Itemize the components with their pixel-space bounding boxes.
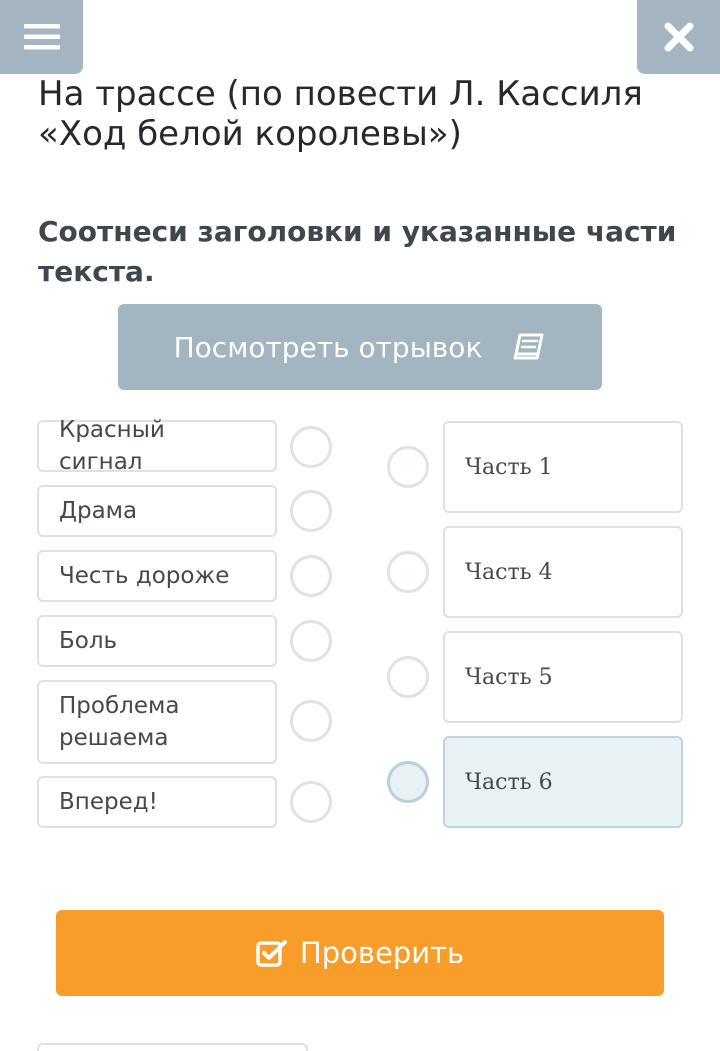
check-button-label: Проверить (299, 936, 465, 970)
left-connector-dot[interactable] (290, 555, 332, 597)
left-connector-dot[interactable] (290, 620, 332, 662)
part-item-label: Часть 5 (465, 664, 553, 690)
part-item-label: Часть 1 (465, 454, 553, 480)
heading-item-forward[interactable]: Вперед! (37, 776, 277, 828)
right-connector-dot[interactable] (387, 551, 429, 593)
left-connector-dot[interactable] (290, 700, 332, 742)
heading-item-label: Вперед! (59, 789, 158, 815)
part-item-4[interactable]: Часть 4 (443, 526, 683, 618)
hamburger-menu-icon (23, 24, 60, 50)
heading-item-label: Красный сигнал (59, 417, 165, 475)
left-connector-dot[interactable] (290, 490, 332, 532)
part-item-6[interactable]: Часть 6 (443, 736, 683, 828)
right-connector-dot[interactable] (387, 446, 429, 488)
page-title: На трассе (по повести Л. Кассиля «Ход бе… (38, 74, 643, 154)
left-connector-dot[interactable] (290, 781, 332, 823)
checkbox-check-icon (256, 938, 288, 968)
view-excerpt-label: Посмотреть отрывок (173, 330, 483, 364)
heading-item-honor[interactable]: Честь дороже (37, 550, 277, 602)
heading-item-red-signal[interactable]: Красный сигнал (37, 417, 277, 475)
task-instruction: Соотнеси заголовки и указанные части тек… (38, 215, 677, 288)
heading-item-label: Честь дороже (59, 563, 230, 589)
partial-bottom-button[interactable] (37, 1043, 308, 1051)
page: На трассе (по повести Л. Кассиля «Ход бе… (0, 0, 720, 1051)
check-button[interactable]: Проверить (56, 910, 664, 996)
heading-item-pain[interactable]: Боль (37, 615, 277, 667)
close-x-icon (664, 22, 693, 52)
heading-item-label: Боль (59, 628, 118, 654)
view-excerpt-button[interactable]: Посмотреть отрывок (118, 304, 602, 390)
menu-button[interactable] (0, 0, 83, 74)
heading-item-label: Драма (59, 498, 138, 524)
part-item-5[interactable]: Часть 5 (443, 631, 683, 723)
right-connector-dot[interactable] (387, 656, 429, 698)
close-button[interactable] (637, 0, 720, 74)
book-icon (512, 332, 546, 362)
heading-item-label: Проблема решаема (59, 693, 180, 751)
right-connector-dot-active[interactable] (387, 761, 429, 803)
heading-item-drama[interactable]: Драма (37, 485, 277, 537)
heading-item-problem-solvable[interactable]: Проблема решаема (37, 680, 277, 764)
left-connector-dot[interactable] (290, 426, 332, 468)
part-item-label: Часть 4 (465, 559, 553, 585)
part-item-label: Часть 6 (465, 769, 553, 795)
part-item-1[interactable]: Часть 1 (443, 421, 683, 513)
